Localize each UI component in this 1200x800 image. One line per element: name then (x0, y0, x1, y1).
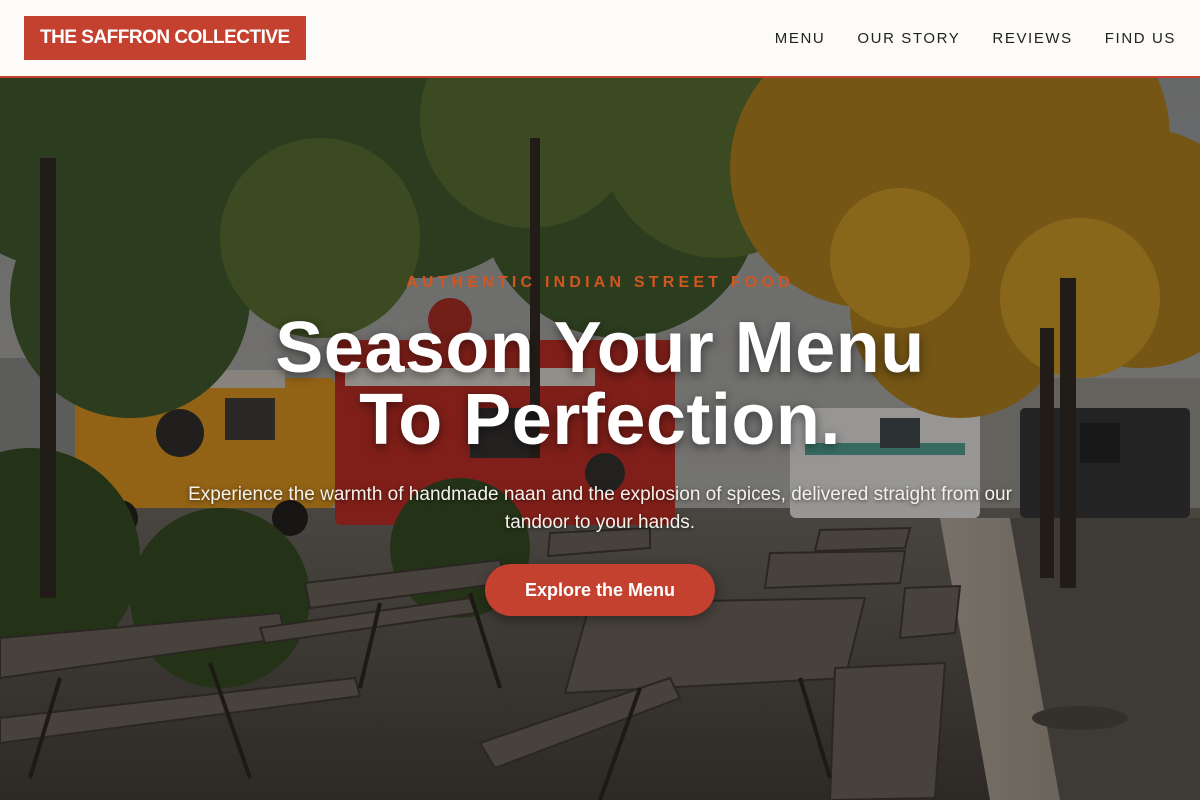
nav-link-find-us[interactable]: FIND US (1105, 30, 1176, 47)
explore-menu-button[interactable]: Explore the Menu (485, 564, 715, 616)
hero-title: Season Your Menu To Perfection. (0, 312, 1200, 456)
hero-eyebrow: AUTHENTIC INDIAN STREET FOOD (406, 274, 794, 291)
nav-link-reviews[interactable]: REVIEWS (992, 30, 1072, 47)
brand-logo[interactable]: THE SAFFRON COLLECTIVE (24, 16, 306, 60)
hero-section: AUTHENTIC INDIAN STREET FOOD Season Your… (0, 78, 1200, 800)
hero-title-line-2: To Perfection. (359, 380, 841, 460)
hero-title-line-1: Season Your Menu (275, 308, 925, 388)
nav-link-menu[interactable]: MENU (775, 30, 826, 47)
nav-link-our-story[interactable]: OUR STORY (857, 30, 960, 47)
hero-content: AUTHENTIC INDIAN STREET FOOD Season Your… (0, 78, 1200, 800)
hero-subtitle: Experience the warmth of handmade naan a… (188, 484, 1012, 533)
main-nav: MENU OUR STORY REVIEWS FIND US (775, 30, 1176, 47)
site-header: THE SAFFRON COLLECTIVE MENU OUR STORY RE… (0, 0, 1200, 78)
